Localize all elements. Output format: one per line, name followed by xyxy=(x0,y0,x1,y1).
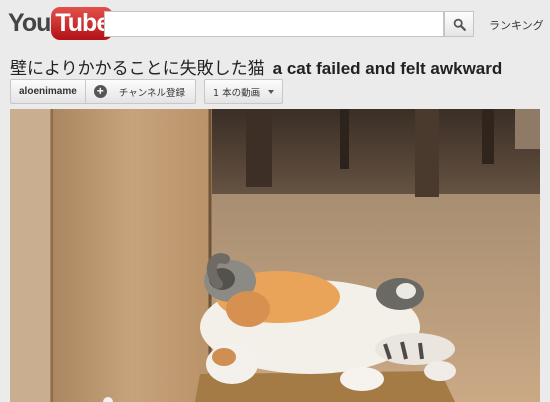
video-frame-illustration xyxy=(10,109,540,402)
video-title-en: a cat failed and felt awkward xyxy=(272,59,503,78)
search-button[interactable] xyxy=(444,11,474,37)
channel-name-link[interactable]: aloenimame xyxy=(10,79,86,104)
ranking-link[interactable]: ランキング xyxy=(489,17,544,33)
video-title-ja: 壁によりかかることに失敗した猫 xyxy=(10,59,265,79)
caret-down-icon xyxy=(268,89,275,94)
logo-you-text: You xyxy=(8,8,51,37)
search-input[interactable] xyxy=(104,11,444,37)
subscribe-label: チャンネル登録 xyxy=(118,87,186,99)
youtube-logo[interactable]: You Tube xyxy=(8,6,114,40)
channel-videos-dropdown[interactable]: 1 本の動画 xyxy=(204,79,284,104)
video-player[interactable] xyxy=(10,109,540,402)
video-title: 壁によりかかることに失敗した猫 a cat failed and felt awk… xyxy=(10,54,502,79)
plus-icon: + xyxy=(93,85,107,98)
search-icon xyxy=(453,18,466,31)
channel-bar: aloenimame + チャンネル登録 1 本の動画 xyxy=(10,79,284,104)
videos-count-label: 1 本の動画 xyxy=(213,87,261,99)
subscribe-button[interactable]: + チャンネル登録 xyxy=(85,79,197,104)
